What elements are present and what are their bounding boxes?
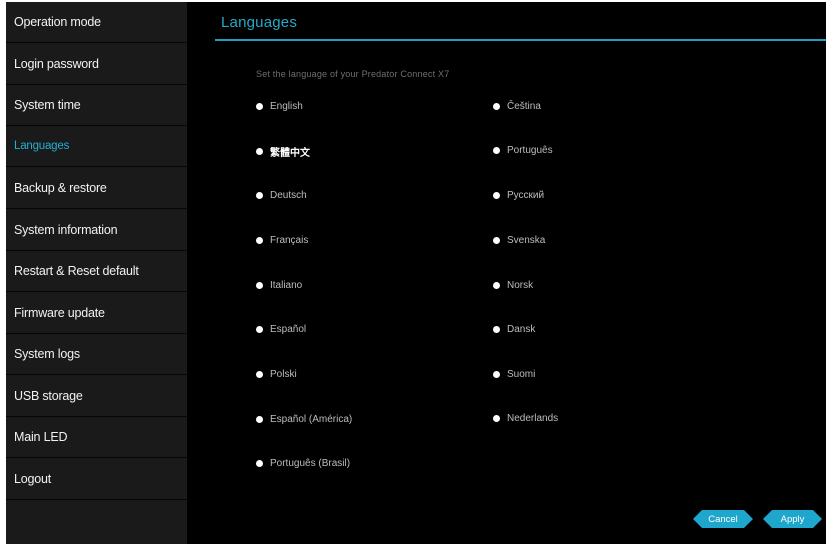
title-divider <box>215 39 826 41</box>
sidebar-item-restart-reset[interactable]: Restart & Reset default <box>6 251 187 292</box>
language-option[interactable]: Svenska <box>493 235 545 246</box>
radio-dot-icon <box>256 148 263 155</box>
language-option[interactable]: Русский <box>493 190 544 201</box>
radio-dot-icon <box>493 103 500 110</box>
language-label: Nederlands <box>507 413 559 424</box>
sidebar-item-usb-storage[interactable]: USB storage <box>6 376 187 417</box>
page-title: Languages <box>221 14 298 31</box>
language-option[interactable]: Deutsch <box>256 190 307 201</box>
language-option[interactable]: Español <box>256 324 306 335</box>
language-label: Svenska <box>507 235 546 246</box>
language-option[interactable]: Français <box>256 235 308 246</box>
main-panel: Languages Set the language of your Preda… <box>187 2 826 544</box>
sidebar-item-logout[interactable]: Logout <box>6 459 187 500</box>
language-label: Português <box>507 145 553 156</box>
sidebar-item-operation-mode[interactable]: Operation mode <box>6 2 187 43</box>
language-option[interactable]: Português <box>493 145 553 156</box>
language-option[interactable]: Norsk <box>493 280 533 291</box>
radio-dot-icon <box>256 237 263 244</box>
radio-dot-icon <box>493 415 500 422</box>
sidebar-item-backup-restore[interactable]: Backup & restore <box>6 168 187 209</box>
sidebar-item-system-time[interactable]: System time <box>6 85 187 126</box>
language-label: Italiano <box>270 280 303 291</box>
language-label: Norsk <box>507 280 534 291</box>
language-label: Español <box>270 324 307 335</box>
radio-dot-icon <box>493 237 500 244</box>
sidebar-item-languages[interactable]: Languages <box>6 126 187 167</box>
router-admin-window: Operation mode Login password System tim… <box>6 2 826 544</box>
radio-dot-icon <box>256 326 263 333</box>
sidebar-item-system-information[interactable]: System information <box>6 210 187 251</box>
sidebar-item-firmware-update[interactable]: Firmware update <box>6 293 187 334</box>
sidebar: Operation mode Login password System tim… <box>6 2 187 544</box>
language-option[interactable]: Italiano <box>256 280 302 291</box>
sidebar-item-system-logs[interactable]: System logs <box>6 334 187 375</box>
radio-dot-icon <box>493 371 500 378</box>
language-option[interactable]: Čeština <box>493 101 541 112</box>
radio-dot-icon <box>256 416 263 423</box>
radio-dot-icon <box>493 326 500 333</box>
radio-dot-icon <box>493 147 500 154</box>
sidebar-item-main-led[interactable]: Main LED <box>6 417 187 458</box>
language-label: Čeština <box>507 101 541 112</box>
sidebar-item-login-password[interactable]: Login password <box>6 44 187 85</box>
language-label: English <box>270 101 303 112</box>
language-label: Français <box>270 235 309 246</box>
radio-dot-icon <box>493 192 500 199</box>
cancel-button[interactable]: Cancel <box>693 510 753 528</box>
radio-dot-icon <box>256 460 263 467</box>
language-option[interactable]: Dansk <box>493 324 535 335</box>
language-label: Dansk <box>507 324 536 335</box>
radio-dot-icon <box>256 192 263 199</box>
radio-dot-icon <box>256 371 263 378</box>
language-option[interactable]: Português (Brasil) <box>256 458 350 469</box>
language-label: 繁體中文 <box>270 148 310 159</box>
radio-dot-icon <box>493 282 500 289</box>
language-option[interactable]: Polski <box>256 369 297 380</box>
language-option[interactable]: English <box>256 101 303 112</box>
language-label: Русский <box>507 190 545 201</box>
radio-dot-icon <box>256 103 263 110</box>
language-label: Español (América) <box>270 414 353 425</box>
page-subtitle: Set the language of your Predator Connec… <box>256 69 450 79</box>
language-label: Português (Brasil) <box>270 458 351 469</box>
language-label: Polski <box>270 369 297 380</box>
language-option[interactable]: Suomi <box>493 369 535 380</box>
language-option[interactable]: Nederlands <box>493 413 558 424</box>
apply-button[interactable]: Apply <box>763 510 822 528</box>
language-label: Deutsch <box>270 190 307 201</box>
language-option[interactable]: Español (América) <box>256 414 352 425</box>
language-option-selected[interactable]: 繁體中文 <box>256 144 310 159</box>
language-label: Suomi <box>507 369 536 380</box>
radio-dot-icon <box>256 282 263 289</box>
